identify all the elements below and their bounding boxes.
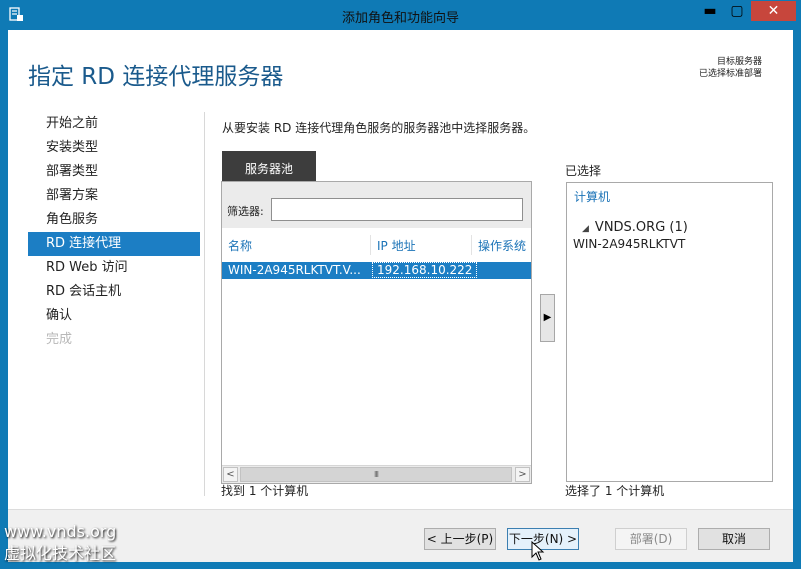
wizard-footer: < 上一步(P) 下一步(N) > 部署(D) 取消	[8, 509, 793, 562]
add-server-button[interactable]: ▶	[540, 294, 555, 342]
selected-server-item[interactable]: WIN-2A945RLKTVT	[573, 237, 685, 251]
title-bar[interactable]: 添加角色和功能向导 ▬ ▢ ✕	[0, 0, 801, 30]
nav-item-before-you-begin[interactable]: 开始之前	[28, 112, 200, 136]
target-server-label: 目标服务器	[716, 57, 762, 67]
minimize-button[interactable]: ▬	[697, 1, 723, 21]
filter-input[interactable]	[271, 198, 523, 221]
column-header-ip[interactable]: IP 地址	[377, 237, 416, 254]
column-header-os[interactable]: 操作系统	[478, 237, 526, 254]
nav-item-deployment-type[interactable]: 部署类型	[28, 160, 200, 184]
nav-item-rd-connection-broker[interactable]: RD 连接代理	[28, 232, 200, 256]
filter-label: 筛选器:	[227, 205, 264, 218]
column-divider[interactable]	[471, 235, 472, 255]
watermark-url: www.vnds.org	[4, 522, 117, 541]
table-row[interactable]: WIN-2A945RLKTVT.V... 192.168.10.222	[222, 262, 531, 279]
wizard-nav: 开始之前 安装类型 部署类型 部署方案 角色服务 RD 连接代理 RD Web …	[28, 112, 200, 352]
mouse-pointer-icon	[531, 541, 545, 561]
collapse-arrow-icon[interactable]: ◢	[582, 224, 589, 234]
nav-divider	[204, 112, 205, 496]
nav-item-deployment-scenario[interactable]: 部署方案	[28, 184, 200, 208]
selected-column-header: 计算机	[574, 190, 611, 204]
horizontal-scrollbar[interactable]: < III >	[222, 465, 531, 483]
target-server-info: 目标服务器 已选择标准部署	[699, 56, 762, 80]
selected-servers-panel: 计算机 ◢ VNDS.ORG (1) WIN-2A945RLKTVT	[566, 182, 773, 482]
close-button[interactable]: ✕	[751, 1, 796, 21]
filter-row: 筛选器:	[222, 182, 531, 228]
wizard-window: 添加角色和功能向导 ▬ ▢ ✕ 指定 RD 连接代理服务器 目标服务器 已选择标…	[0, 0, 801, 569]
nav-item-rd-web-access[interactable]: RD Web 访问	[28, 256, 200, 280]
scroll-left-button[interactable]: <	[223, 467, 238, 482]
cell-server-name: WIN-2A945RLKTVT.V...	[228, 263, 361, 277]
watermark-community: 虚拟化技术社区	[4, 544, 117, 563]
selected-group[interactable]: ◢ VNDS.ORG (1)	[582, 220, 688, 235]
found-count: 找到 1 个计算机	[221, 484, 309, 498]
previous-button[interactable]: < 上一步(P)	[424, 528, 496, 550]
server-pool-panel: 筛选器: 名称 IP 地址 操作系统 WIN-2A945RLKTVT.V... …	[221, 181, 532, 484]
page-title: 指定 RD 连接代理服务器	[28, 64, 284, 90]
nav-item-installation-type[interactable]: 安装类型	[28, 136, 200, 160]
scroll-thumb[interactable]: III	[240, 467, 512, 482]
nav-item-role-services[interactable]: 角色服务	[28, 208, 200, 232]
scroll-right-button[interactable]: >	[515, 467, 530, 482]
window-title: 添加角色和功能向导	[341, 11, 459, 26]
nav-item-completion: 完成	[46, 332, 73, 347]
tab-server-pool[interactable]: 服务器池	[222, 151, 316, 181]
target-server-value: 已选择标准部署	[698, 69, 762, 79]
wizard-client: 指定 RD 连接代理服务器 目标服务器 已选择标准部署 开始之前 安装类型 部署…	[8, 30, 793, 562]
column-header-row: 名称 IP 地址 操作系统	[222, 235, 531, 255]
cell-ip-address: 192.168.10.222	[371, 262, 478, 278]
site-watermark: www.vnds.org 虚拟化技术社区	[4, 521, 116, 565]
nav-item-confirmation[interactable]: 确认	[28, 304, 200, 328]
deploy-button: 部署(D)	[615, 528, 687, 550]
page-description: 从要安装 RD 连接代理角色服务的服务器池中选择服务器。	[222, 121, 536, 135]
selected-label: 已选择	[565, 164, 602, 178]
column-divider[interactable]	[370, 235, 371, 255]
selected-count: 选择了 1 个计算机	[565, 484, 665, 498]
column-header-name[interactable]: 名称	[228, 237, 252, 254]
cancel-button[interactable]: 取消	[698, 528, 770, 550]
selected-group-label: VNDS.ORG (1)	[594, 220, 688, 235]
nav-item-rd-session-host[interactable]: RD 会话主机	[28, 280, 200, 304]
maximize-button[interactable]: ▢	[724, 1, 750, 21]
